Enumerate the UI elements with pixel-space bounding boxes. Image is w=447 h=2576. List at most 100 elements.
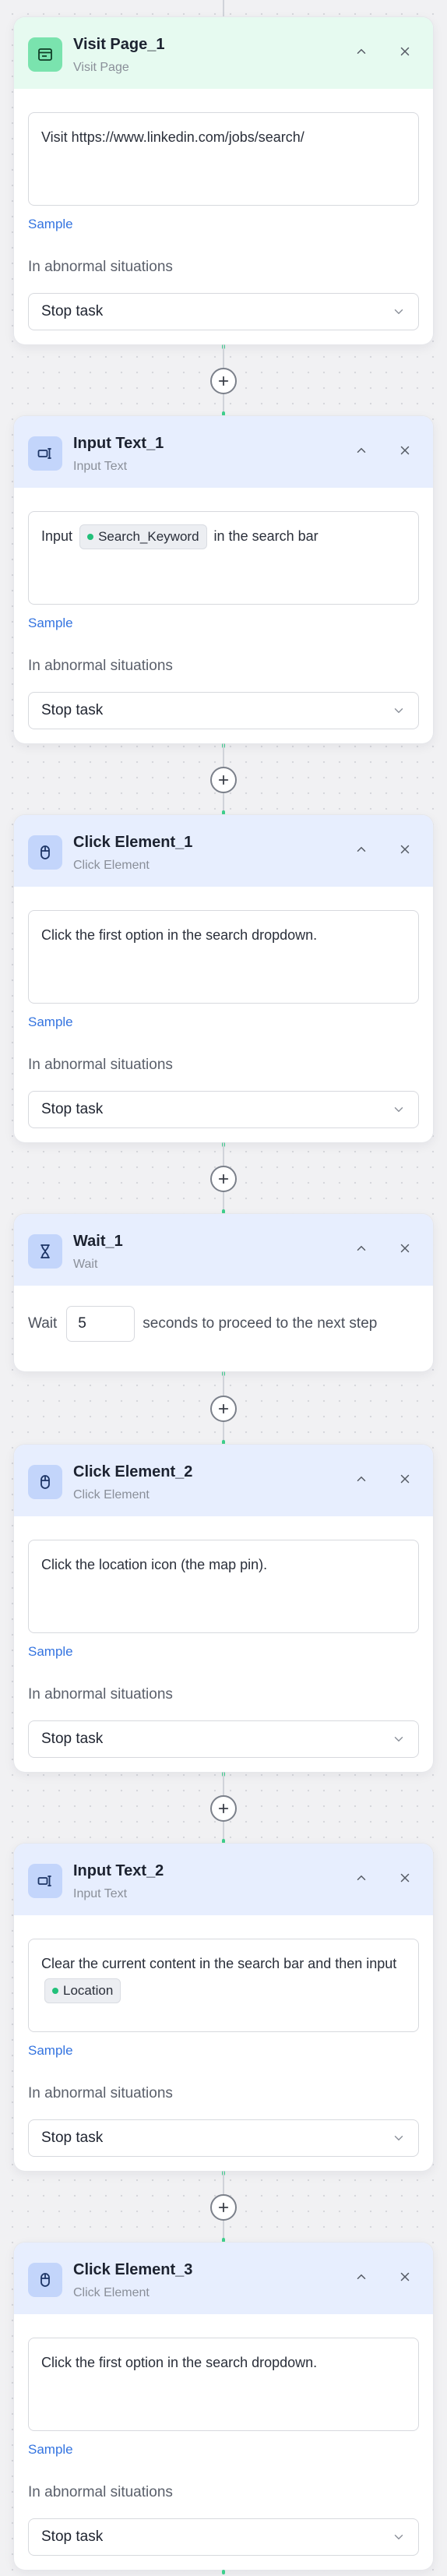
connector-line — [223, 0, 224, 17]
add-step-button[interactable] — [210, 368, 237, 394]
select-value: Stop task — [41, 2528, 104, 2545]
collapse-button[interactable] — [352, 1239, 371, 1258]
step-card-wait-1[interactable]: Wait_1 Wait Wait seconds to proceed to t… — [14, 1214, 433, 1371]
plus-icon — [218, 376, 229, 386]
collapse-button[interactable] — [352, 42, 371, 61]
step-header: Input Text_2 Input Text — [14, 1844, 433, 1915]
instruction-field[interactable]: Click the location icon (the map pin). — [28, 1540, 419, 1633]
instruction-text: in the search bar — [213, 528, 319, 544]
close-button[interactable] — [396, 1239, 414, 1258]
add-step-button[interactable] — [210, 1166, 237, 1192]
sample-link[interactable]: Sample — [28, 2043, 73, 2059]
close-button[interactable] — [396, 441, 414, 460]
select-value: Stop task — [41, 303, 104, 319]
close-button[interactable] — [396, 2267, 414, 2286]
instruction-text: Click the first option in the search dro… — [41, 927, 318, 943]
step-header: Input Text_1 Input Text — [14, 416, 433, 488]
mouse-click-icon — [28, 2263, 62, 2297]
step-card-click-element-1[interactable]: Click Element_1 Click Element Click the … — [14, 815, 433, 1142]
step-title: Wait_1 — [73, 1233, 123, 1250]
collapse-button[interactable] — [352, 1470, 371, 1488]
plus-icon — [218, 1803, 229, 1814]
abnormal-situations-label: In abnormal situations — [28, 2085, 173, 2101]
instruction-field[interactable]: Clear the current content in the search … — [28, 1939, 419, 2032]
abnormal-situations-label: In abnormal situations — [28, 1686, 173, 1703]
collapse-button[interactable] — [352, 441, 371, 460]
step-title: Visit Page_1 — [73, 36, 165, 53]
chevron-down-icon — [394, 309, 403, 315]
instruction-field[interactable]: Input Search_Keyword in the search bar — [28, 511, 419, 605]
keyboard-input-icon — [28, 436, 62, 471]
close-button[interactable] — [396, 840, 414, 859]
sample-link[interactable]: Sample — [28, 616, 73, 631]
instruction-field[interactable]: Visit https://www.linkedin.com/jobs/sear… — [28, 112, 419, 206]
chevron-down-icon — [394, 1737, 403, 1742]
wait-seconds-input[interactable] — [66, 1306, 136, 1342]
variable-dot-icon — [87, 534, 94, 541]
close-icon — [400, 2272, 410, 2281]
abnormal-action-select[interactable]: Stop task — [28, 293, 419, 330]
step-subtitle: Input Text — [73, 1887, 128, 1900]
step-title: Click Element_3 — [73, 2261, 193, 2278]
step-card-click-element-3[interactable]: Click Element_3 Click Element Click the … — [14, 2243, 433, 2570]
close-button[interactable] — [396, 1868, 414, 1887]
plus-icon — [218, 1173, 229, 1184]
abnormal-situations-label: In abnormal situations — [28, 658, 173, 674]
collapse-button[interactable] — [352, 1868, 371, 1887]
abnormal-action-select[interactable]: Stop task — [28, 2119, 419, 2157]
step-card-input-text-2[interactable]: Input Text_2 Input Text Clear the curren… — [14, 1844, 433, 2171]
step-card-visit-page-1[interactable]: Visit Page_1 Visit Page Visit https://ww… — [14, 17, 433, 344]
sample-link[interactable]: Sample — [28, 2442, 73, 2458]
instruction-field[interactable]: Click the first option in the search dro… — [28, 910, 419, 1004]
plus-icon — [218, 775, 229, 785]
chevron-up-icon — [357, 447, 366, 453]
instruction-text: Input — [41, 528, 73, 544]
step-card-input-text-1[interactable]: Input Text_1 Input Text Input Search_Key… — [14, 416, 433, 743]
connector-line — [222, 2570, 225, 2576]
instruction-field[interactable]: Click the first option in the search dro… — [28, 2338, 419, 2431]
close-icon — [400, 47, 410, 56]
close-icon — [400, 446, 410, 455]
close-icon — [400, 1474, 410, 1484]
step-title: Click Element_2 — [73, 1463, 193, 1480]
chevron-down-icon — [394, 2535, 403, 2540]
sample-link[interactable]: Sample — [28, 217, 73, 232]
variable-chip[interactable]: Search_Keyword — [79, 524, 207, 550]
add-step-button[interactable] — [210, 2194, 237, 2221]
add-step-button[interactable] — [210, 767, 237, 793]
chevron-up-icon — [357, 846, 366, 852]
close-button[interactable] — [396, 1470, 414, 1488]
add-step-button[interactable] — [210, 1396, 237, 1422]
mouse-click-icon — [28, 835, 62, 870]
sample-link[interactable]: Sample — [28, 1644, 73, 1660]
abnormal-action-select[interactable]: Stop task — [28, 1091, 419, 1128]
instruction-text: Click the location icon (the map pin). — [41, 1557, 268, 1572]
chevron-down-icon — [394, 708, 403, 714]
step-header: Wait_1 Wait — [14, 1214, 433, 1286]
workflow-canvas: Visit Page_1 Visit Page Visit https://ww… — [0, 0, 447, 2576]
step-subtitle: Click Element — [73, 859, 150, 872]
chevron-down-icon — [394, 2136, 403, 2141]
variable-dot-icon — [52, 1988, 58, 1995]
close-button[interactable] — [396, 42, 414, 61]
abnormal-action-select[interactable]: Stop task — [28, 1720, 419, 1758]
chevron-down-icon — [394, 1107, 403, 1113]
abnormal-action-select[interactable]: Stop task — [28, 692, 419, 729]
step-subtitle: Click Element — [73, 1488, 150, 1501]
close-icon — [400, 1244, 410, 1253]
collapse-button[interactable] — [352, 2267, 371, 2286]
plus-icon — [218, 1403, 229, 1414]
abnormal-situations-label: In abnormal situations — [28, 259, 173, 275]
sample-link[interactable]: Sample — [28, 1015, 73, 1030]
add-step-button[interactable] — [210, 1795, 237, 1822]
step-card-click-element-2[interactable]: Click Element_2 Click Element Click the … — [14, 1445, 433, 1772]
abnormal-action-select[interactable]: Stop task — [28, 2518, 419, 2556]
collapse-button[interactable] — [352, 840, 371, 859]
instruction-text: Clear the current content in the search … — [41, 1956, 397, 1971]
wait-label-after: seconds to proceed to the next step — [143, 1315, 378, 1332]
mouse-click-icon — [28, 1465, 62, 1499]
variable-chip[interactable]: Location — [44, 1978, 121, 2004]
select-value: Stop task — [41, 702, 104, 718]
step-subtitle: Input Text — [73, 460, 128, 473]
select-value: Stop task — [41, 1101, 104, 1117]
